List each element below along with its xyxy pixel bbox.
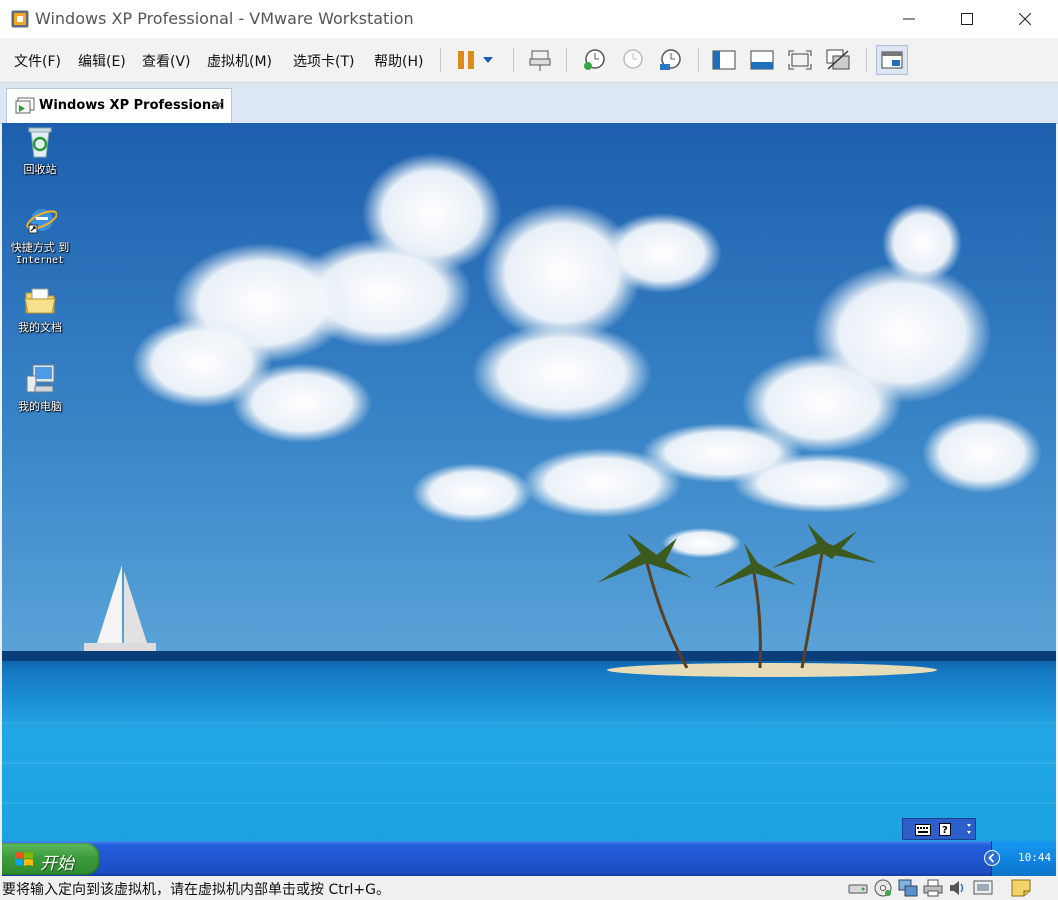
snapshot-manager-icon (660, 49, 681, 70)
desktop-icon-label: 回收站 (23, 163, 57, 176)
message-icon[interactable] (1010, 879, 1032, 897)
thumbnail-bar-button[interactable] (748, 47, 776, 73)
status-bar: 要将输入定向到该虚拟机，请在虚拟机内部单击或按 Ctrl+G。 (0, 876, 1058, 900)
pause-icon (458, 51, 474, 69)
wallpaper (2, 123, 1056, 876)
toolbar-separator (440, 48, 441, 72)
take-snapshot-button[interactable] (580, 47, 608, 73)
snapshot-take-icon (584, 49, 605, 70)
language-bar[interactable]: ? (902, 818, 976, 840)
desktop-icon-internet[interactable]: 快捷方式 到 Internet (2, 203, 78, 267)
printer-icon[interactable] (923, 879, 943, 897)
power-dropdown[interactable] (478, 47, 498, 73)
show-hidden-icons-icon[interactable] (984, 850, 1000, 866)
send-keys-icon (529, 50, 551, 71)
title-bar: Windows XP Professional - VMware Worksta… (0, 0, 1058, 39)
window-title: Windows XP Professional - VMware Worksta… (35, 9, 414, 28)
lang-bar-options-icon (967, 824, 971, 834)
desktop-icon-recycle-bin[interactable]: 回收站 (2, 125, 78, 176)
toolbar-separator (698, 48, 699, 72)
minimize-button[interactable] (880, 0, 938, 38)
status-message: 要将输入定向到该虚拟机，请在虚拟机内部单击或按 Ctrl+G。 (2, 882, 390, 898)
thumbnail-bar-icon (750, 50, 774, 70)
close-button[interactable] (996, 0, 1054, 38)
console-view-icon (881, 51, 903, 69)
system-tray: 10:44 (984, 841, 1056, 876)
sound-icon[interactable] (948, 879, 968, 897)
network-icon[interactable] (898, 879, 918, 897)
toolbar-separator (513, 48, 514, 72)
tab-label: Windows XP Professional (39, 98, 225, 113)
menu-toolbar: 文件(F) 编辑(E) 查看(V) 虚拟机(M) 选项卡(T) 帮助(H) (0, 38, 1058, 83)
desktop-icon-label: 我的文档 (18, 321, 62, 334)
fullscreen-button[interactable] (786, 47, 814, 73)
unity-icon (826, 49, 850, 70)
show-library-button[interactable] (710, 47, 738, 73)
toolbar-separator (566, 48, 567, 72)
fullscreen-icon (788, 50, 812, 70)
console-view-button[interactable] (876, 45, 908, 75)
tab-close-icon[interactable]: × (212, 95, 225, 114)
my-computer-icon (26, 364, 55, 393)
vmware-icon (11, 10, 29, 28)
menu-help[interactable]: 帮助(H) (374, 51, 423, 71)
cd-rom-icon[interactable] (873, 879, 893, 897)
unity-button[interactable] (824, 47, 852, 73)
keyboard-icon (915, 824, 931, 836)
menu-edit[interactable]: 编辑(E) (78, 51, 126, 71)
menu-tabs[interactable]: 选项卡(T) (293, 51, 354, 71)
svg-text:?: ? (942, 825, 948, 836)
snapshot-revert-icon (623, 49, 643, 69)
toolbar-separator (866, 48, 867, 72)
recycle-bin-icon (28, 127, 52, 158)
minimize-icon (903, 18, 915, 20)
display-icon[interactable] (973, 879, 993, 897)
pause-button[interactable] (452, 47, 480, 73)
tab-windows-xp[interactable]: Windows XP Professional × (6, 88, 232, 123)
xp-taskbar: 开始 10:44 (2, 841, 1056, 876)
desktop-icon-my-computer[interactable]: 我的电脑 (2, 362, 78, 413)
internet-explorer-icon (26, 209, 58, 234)
menu-file[interactable]: 文件(F) (14, 51, 61, 71)
desktop-icon-label: 快捷方式 到 (10, 241, 70, 254)
send-ctrl-alt-del-button[interactable] (526, 47, 554, 73)
clock[interactable]: 10:44 (1018, 851, 1051, 864)
revert-snapshot-button[interactable] (618, 47, 646, 73)
tab-strip: Windows XP Professional × (0, 83, 1058, 124)
vm-running-icon (15, 97, 35, 114)
windows-logo-icon (15, 852, 33, 866)
maximize-icon (961, 13, 973, 25)
start-label: 开始 (40, 854, 74, 874)
snapshot-manager-button[interactable] (656, 47, 684, 73)
my-documents-icon (24, 288, 56, 314)
hard-disk-icon[interactable] (848, 879, 868, 897)
maximize-button[interactable] (938, 0, 996, 38)
close-icon (1019, 13, 1031, 25)
desktop-icon-label-line2: Internet (15, 255, 65, 266)
show-library-icon (712, 50, 736, 70)
dropdown-arrow-icon (483, 57, 493, 63)
desktop-icon-my-documents[interactable]: 我的文档 (2, 283, 78, 334)
menu-vm[interactable]: 虚拟机(M) (207, 51, 272, 71)
desktop-icon-label: 我的电脑 (18, 400, 62, 413)
menu-view[interactable]: 查看(V) (142, 51, 191, 71)
vm-display[interactable]: 回收站 快捷方式 到 Internet 我的文档 我的电脑 ? 开始 10:44 (2, 123, 1056, 876)
start-button[interactable]: 开始 (2, 843, 100, 875)
help-icon: ? (939, 823, 951, 836)
